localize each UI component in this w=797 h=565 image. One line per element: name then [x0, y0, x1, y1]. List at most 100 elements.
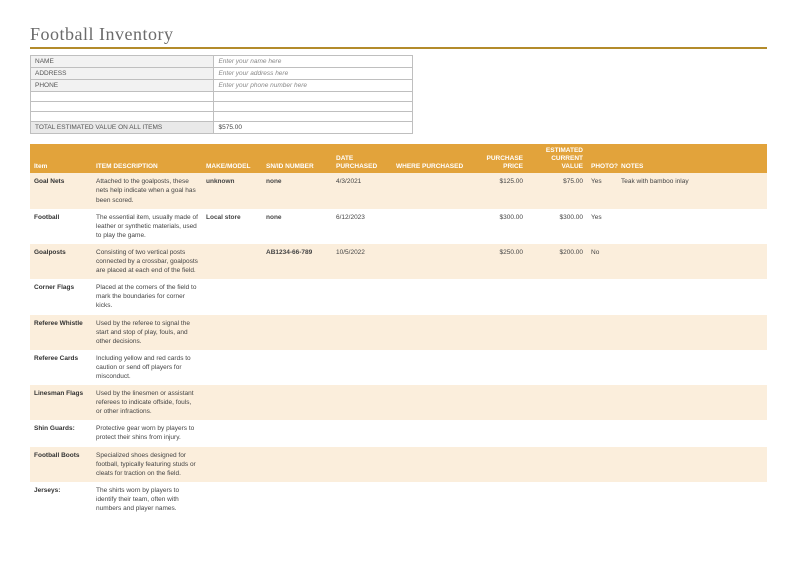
cell-make[interactable]: [202, 385, 262, 420]
cell-desc[interactable]: Placed at the corners of the field to ma…: [92, 279, 202, 314]
cell-where[interactable]: [392, 420, 472, 446]
cell-date[interactable]: 6/12/2023: [332, 209, 392, 244]
cell-sn[interactable]: [262, 447, 332, 482]
cell-date[interactable]: 4/3/2021: [332, 173, 392, 208]
cell-notes[interactable]: Teak with bamboo inlay: [617, 173, 767, 208]
cell-price[interactable]: $250.00: [472, 244, 527, 279]
cell-item[interactable]: Football Boots: [30, 447, 92, 482]
cell-desc[interactable]: Including yellow and red cards to cautio…: [92, 350, 202, 385]
cell-notes[interactable]: [617, 420, 767, 446]
cell-item[interactable]: Goalposts: [30, 244, 92, 279]
cell-notes[interactable]: [617, 385, 767, 420]
cell-make[interactable]: [202, 315, 262, 350]
cell-price[interactable]: [472, 420, 527, 446]
cell-value[interactable]: $75.00: [527, 173, 587, 208]
cell-photo[interactable]: [587, 279, 617, 314]
cell-where[interactable]: [392, 209, 472, 244]
cell-photo[interactable]: [587, 315, 617, 350]
cell-make[interactable]: [202, 482, 262, 517]
cell-price[interactable]: [472, 482, 527, 517]
cell-date[interactable]: [332, 315, 392, 350]
cell-sn[interactable]: [262, 482, 332, 517]
cell-where[interactable]: [392, 315, 472, 350]
cell-photo[interactable]: [587, 350, 617, 385]
cell-value[interactable]: [527, 279, 587, 314]
cell-price[interactable]: [472, 350, 527, 385]
cell-item[interactable]: Football: [30, 209, 92, 244]
cell-make[interactable]: Local store: [202, 209, 262, 244]
cell-make[interactable]: [202, 420, 262, 446]
cell-date[interactable]: [332, 482, 392, 517]
cell-notes[interactable]: [617, 350, 767, 385]
cell-sn[interactable]: none: [262, 173, 332, 208]
cell-where[interactable]: [392, 482, 472, 517]
cell-photo[interactable]: [587, 447, 617, 482]
cell-photo[interactable]: Yes: [587, 173, 617, 208]
info-value[interactable]: Enter your phone number here: [214, 80, 413, 92]
cell-item[interactable]: Corner Flags: [30, 279, 92, 314]
cell-where[interactable]: [392, 385, 472, 420]
cell-make[interactable]: [202, 447, 262, 482]
cell-item[interactable]: Referee Cards: [30, 350, 92, 385]
cell-where[interactable]: [392, 173, 472, 208]
cell-desc[interactable]: Specialized shoes designed for football,…: [92, 447, 202, 482]
cell-item[interactable]: Linesman Flags: [30, 385, 92, 420]
cell-desc[interactable]: Protective gear worn by players to prote…: [92, 420, 202, 446]
cell-price[interactable]: $125.00: [472, 173, 527, 208]
info-value[interactable]: Enter your address here: [214, 68, 413, 80]
cell-value[interactable]: [527, 350, 587, 385]
cell-value[interactable]: [527, 482, 587, 517]
cell-notes[interactable]: [617, 447, 767, 482]
cell-where[interactable]: [392, 350, 472, 385]
cell-notes[interactable]: [617, 279, 767, 314]
cell-date[interactable]: [332, 385, 392, 420]
cell-desc[interactable]: Consisting of two vertical posts connect…: [92, 244, 202, 279]
cell-value[interactable]: $300.00: [527, 209, 587, 244]
info-value[interactable]: [214, 112, 413, 122]
cell-date[interactable]: 10/5/2022: [332, 244, 392, 279]
cell-value[interactable]: [527, 315, 587, 350]
cell-value[interactable]: [527, 447, 587, 482]
cell-value[interactable]: [527, 385, 587, 420]
cell-notes[interactable]: [617, 482, 767, 517]
cell-date[interactable]: [332, 447, 392, 482]
cell-desc[interactable]: The essential item, usually made of leat…: [92, 209, 202, 244]
cell-desc[interactable]: Attached to the goalposts, these nets he…: [92, 173, 202, 208]
cell-make[interactable]: [202, 350, 262, 385]
cell-date[interactable]: [332, 279, 392, 314]
cell-photo[interactable]: [587, 420, 617, 446]
cell-item[interactable]: Referee Whistle: [30, 315, 92, 350]
cell-price[interactable]: [472, 385, 527, 420]
cell-make[interactable]: [202, 244, 262, 279]
cell-photo[interactable]: [587, 385, 617, 420]
cell-sn[interactable]: AB1234-66-789: [262, 244, 332, 279]
cell-sn[interactable]: [262, 385, 332, 420]
cell-date[interactable]: [332, 350, 392, 385]
cell-notes[interactable]: [617, 209, 767, 244]
cell-photo[interactable]: Yes: [587, 209, 617, 244]
info-value[interactable]: [214, 92, 413, 102]
cell-desc[interactable]: The shirts worn by players to identify t…: [92, 482, 202, 517]
cell-date[interactable]: [332, 420, 392, 446]
cell-price[interactable]: [472, 279, 527, 314]
cell-desc[interactable]: Used by the linesmen or assistant refere…: [92, 385, 202, 420]
cell-value[interactable]: [527, 420, 587, 446]
cell-where[interactable]: [392, 447, 472, 482]
cell-price[interactable]: [472, 315, 527, 350]
cell-sn[interactable]: [262, 279, 332, 314]
cell-make[interactable]: unknown: [202, 173, 262, 208]
cell-sn[interactable]: none: [262, 209, 332, 244]
cell-photo[interactable]: No: [587, 244, 617, 279]
cell-desc[interactable]: Used by the referee to signal the start …: [92, 315, 202, 350]
cell-price[interactable]: [472, 447, 527, 482]
cell-price[interactable]: $300.00: [472, 209, 527, 244]
cell-sn[interactable]: [262, 315, 332, 350]
cell-item[interactable]: Shin Guards:: [30, 420, 92, 446]
cell-notes[interactable]: [617, 315, 767, 350]
info-value[interactable]: Enter your name here: [214, 56, 413, 68]
cell-where[interactable]: [392, 244, 472, 279]
cell-where[interactable]: [392, 279, 472, 314]
cell-value[interactable]: $200.00: [527, 244, 587, 279]
cell-photo[interactable]: [587, 482, 617, 517]
cell-item[interactable]: Jerseys:: [30, 482, 92, 517]
